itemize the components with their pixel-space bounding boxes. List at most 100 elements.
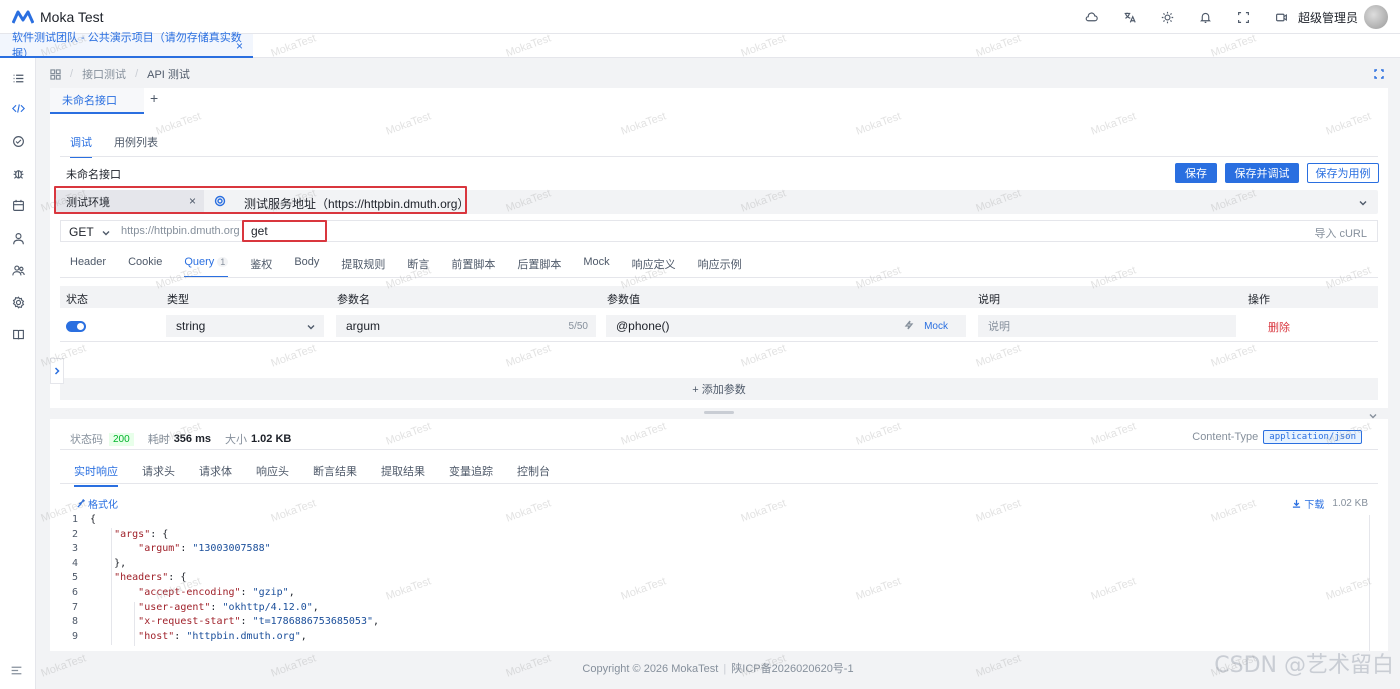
table-row: string argum 5/50 @phone() Mock 说明 删除 (60, 310, 1378, 342)
tab-case-list[interactable]: 用例列表 (114, 134, 158, 158)
breadcrumb-item-api-test[interactable]: 接口测试 (82, 66, 126, 82)
calendar-icon[interactable] (10, 197, 26, 213)
tab-header[interactable]: Header (70, 256, 106, 278)
tab-pre-script[interactable]: 前置脚本 (451, 256, 495, 278)
code-text: "args": { (114, 528, 169, 540)
close-icon[interactable]: × (236, 39, 243, 53)
scrollbar[interactable] (1369, 515, 1370, 651)
chevron-down-icon[interactable] (1358, 197, 1368, 211)
tab-body[interactable]: Body (294, 256, 319, 278)
add-tab-icon[interactable]: + (150, 90, 158, 106)
chevron-down-icon (306, 321, 316, 335)
enable-toggle[interactable] (66, 321, 86, 332)
user-icon[interactable] (10, 230, 26, 246)
code-text: "argum": "13003007588" (138, 543, 271, 555)
format-label: 格式化 (88, 500, 118, 511)
resize-handle[interactable] (704, 411, 734, 414)
tab-query-label: Query (184, 256, 215, 268)
book-icon[interactable] (10, 326, 26, 342)
footer-separator: | (723, 663, 727, 675)
project-tab[interactable]: 软件测试团队 - 公共演示项目（请勿存储真实数据） × (0, 32, 253, 60)
tab-cookie[interactable]: Cookie (128, 256, 162, 278)
settings-gear-icon[interactable] (10, 294, 26, 310)
code-text: "host": "httpbin.dmuth.org", (138, 630, 307, 642)
base-url: https://httpbin.dmuth.org (121, 225, 240, 237)
method-select[interactable]: GET (69, 225, 94, 239)
save-button[interactable]: 保存 (1175, 163, 1217, 183)
query-count-badge: 1 (217, 257, 229, 267)
col-param-name: 参数名 (337, 294, 370, 306)
api-tab[interactable]: 未命名接口 (50, 88, 144, 114)
divider (60, 277, 1378, 278)
tab-mock[interactable]: Mock (583, 256, 609, 278)
highlight-box (242, 220, 327, 242)
code-line: 6 "accept-encoding": "gzip", (60, 586, 1366, 601)
avatar[interactable] (1364, 5, 1388, 29)
code-line: 3 "argum": "13003007588" (60, 542, 1366, 557)
param-name-input[interactable]: argum 5/50 (336, 315, 596, 337)
save-debug-button[interactable]: 保存并调试 (1225, 163, 1299, 183)
tab-response-example[interactable]: 响应示例 (698, 256, 742, 278)
response-meta: 状态码 200 耗时 356 ms 大小 1.02 KB (70, 431, 305, 447)
expand-icon[interactable] (1374, 68, 1384, 82)
grid-home-icon[interactable] (50, 68, 61, 80)
col-type: 类型 (167, 294, 189, 306)
col-status: 状态 (66, 294, 88, 306)
api-name[interactable]: 未命名接口 (66, 166, 121, 182)
chevron-down-icon[interactable] (101, 227, 111, 241)
team-icon[interactable] (10, 262, 26, 278)
format-button[interactable]: 格式化 (76, 496, 118, 511)
content-type: Content-Type application/json (1192, 430, 1362, 444)
line-number: 1 (71, 514, 78, 525)
code-line: 2 "args": { (60, 528, 1366, 543)
delete-button[interactable]: 删除 (1268, 319, 1290, 335)
check-circle-icon[interactable] (10, 133, 26, 149)
menu-list-icon[interactable] (10, 70, 26, 86)
video-icon[interactable] (1262, 0, 1300, 34)
tab-post-script[interactable]: 后置脚本 (517, 256, 561, 278)
bug-icon[interactable] (10, 165, 26, 181)
param-value-input[interactable]: @phone() Mock (606, 315, 966, 337)
import-curl-button[interactable]: 导入 cURL (1314, 225, 1367, 241)
code-text: "headers": { (114, 572, 187, 584)
params-table-header: 状态 类型 参数名 参数值 说明 操作 (60, 286, 1378, 308)
user-menu[interactable]: 超级管理员 (1298, 5, 1388, 29)
download-icon (1293, 499, 1301, 508)
tab-extract[interactable]: 提取规则 (341, 256, 385, 278)
code-line: 4 }, (60, 557, 1366, 572)
download-button[interactable]: 下载 1.02 KB (1292, 496, 1368, 511)
line-number: 2 (71, 528, 78, 540)
tab-debug[interactable]: 调试 (70, 134, 92, 158)
app-logo[interactable]: Moka Test (12, 9, 104, 25)
api-code-icon[interactable] (10, 100, 26, 116)
save-case-button[interactable]: 保存为用例 (1307, 163, 1379, 183)
mock-button[interactable]: Mock (924, 321, 948, 332)
time-value: 356 ms (173, 433, 211, 445)
tab-assert[interactable]: 断言 (407, 256, 429, 278)
tab-auth[interactable]: 鉴权 (250, 256, 272, 278)
line-number: 7 (71, 601, 78, 613)
chevron-right-icon[interactable] (50, 358, 64, 384)
download-label: 下载 (1304, 500, 1325, 511)
collapse-menu-icon[interactable] (10, 664, 23, 680)
add-param-button[interactable]: + 添加参数 (60, 378, 1378, 400)
icp-link[interactable]: 陕ICP备2026020620号-1 (731, 663, 853, 675)
line-number: 9 (71, 630, 78, 642)
theme-sun-icon[interactable] (1148, 0, 1186, 34)
time-label: 耗时 (147, 434, 170, 446)
cloud-icon[interactable] (1072, 0, 1110, 34)
fullscreen-icon[interactable] (1224, 0, 1262, 34)
project-tab-label: 软件测试团队 - 公共演示项目（请勿存储真实数据） (12, 32, 242, 60)
highlight-box (54, 186, 467, 214)
sidebar (0, 58, 36, 689)
tab-response-definition[interactable]: 响应定义 (632, 256, 676, 278)
col-param-value: 参数值 (607, 294, 640, 306)
type-select[interactable]: string (166, 315, 324, 337)
description-input[interactable]: 说明 (978, 315, 1236, 337)
notification-bell-icon[interactable] (1186, 0, 1224, 34)
size-value: 1.02 KB (251, 433, 292, 445)
response-code-editor[interactable]: 1{2 "args": {3 "argum": "13003007588" 4 }… (60, 513, 1366, 651)
project-tab-bar: 软件测试团队 - 公共演示项目（请勿存储真实数据） × (0, 32, 1400, 60)
tab-query[interactable]: Query 1 (184, 256, 229, 278)
translate-icon[interactable] (1110, 0, 1148, 34)
